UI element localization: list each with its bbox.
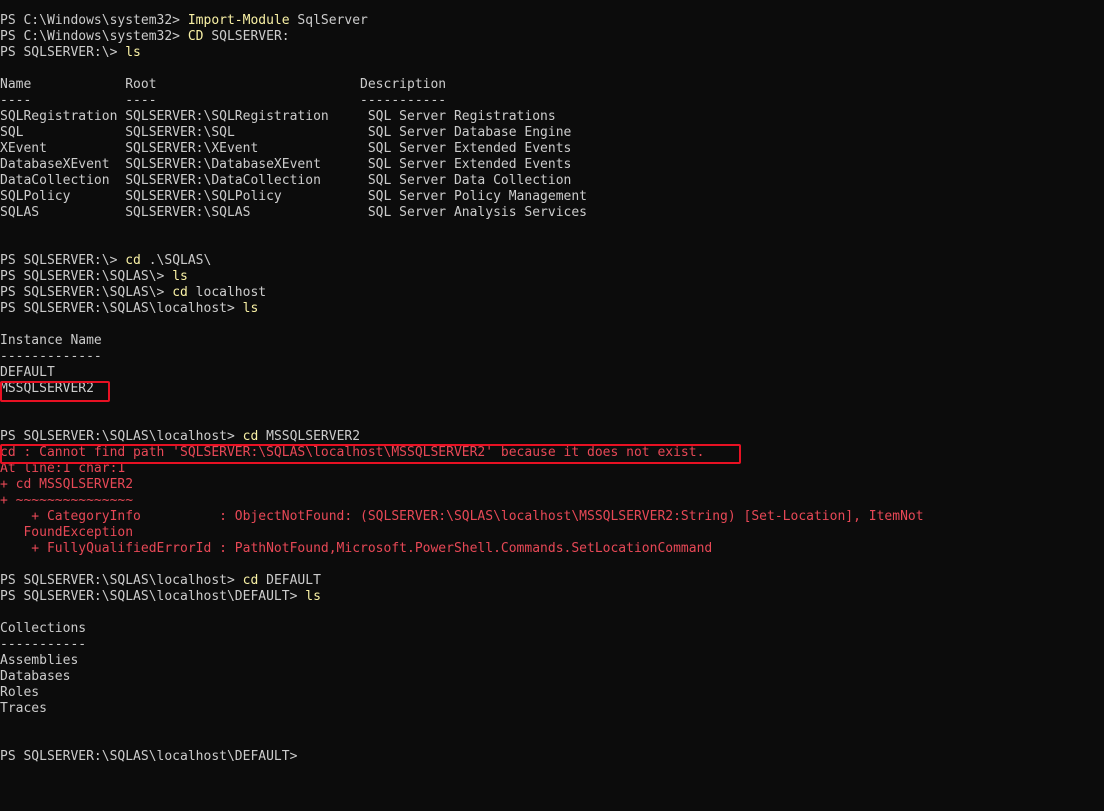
powershell-console[interactable]: PS C:\Windows\system32> Import-Module Sq…	[0, 0, 1104, 811]
prompt-line: PS SQLSERVER:\> cd .\SQLAS\	[0, 253, 212, 268]
output-line: Databases	[0, 669, 71, 684]
prompt-line: PS SQLSERVER:\SQLAS\> ls	[0, 269, 188, 284]
prompt-line: PS SQLSERVER:\SQLAS\localhost> cd MSSQLS…	[0, 429, 361, 444]
output-line: Roles	[0, 685, 40, 700]
output-line: SQLRegistration SQLSERVER:\SQLRegistrati…	[0, 109, 556, 124]
output-line: DEFAULT	[0, 365, 55, 380]
output-line: SQLPolicy SQLSERVER:\SQLPolicy SQL Serve…	[0, 189, 587, 204]
prompt-line: PS SQLSERVER:\SQLAS\localhost> ls	[0, 301, 259, 316]
output-line: ---- ---- -----------	[0, 93, 447, 108]
output-line: SQL SQLSERVER:\SQL SQL Server Database E…	[0, 125, 572, 140]
output-line: Assemblies	[0, 653, 79, 668]
error-line: + cd MSSQLSERVER2	[0, 477, 134, 492]
output-line: DataCollection SQLSERVER:\DataCollection…	[0, 173, 572, 188]
error-line: + FullyQualifiedErrorId : PathNotFound,M…	[0, 541, 713, 556]
output-line: Instance Name	[0, 333, 102, 348]
error-highlight-box	[0, 444, 741, 464]
output-line: Name Root Description	[0, 77, 447, 92]
prompt-line: PS SQLSERVER:\> ls	[0, 45, 141, 60]
error-line: + CategoryInfo : ObjectNotFound: (SQLSER…	[0, 509, 924, 524]
prompt-line: PS SQLSERVER:\SQLAS\localhost\DEFAULT> l…	[0, 589, 321, 604]
error-line: FoundException	[0, 525, 134, 540]
prompt-line: PS C:\Windows\system32> CD SQLSERVER:	[0, 29, 290, 44]
output-line: Traces	[0, 701, 47, 716]
output-line: -----------	[0, 637, 87, 652]
prompt-line: PS SQLSERVER:\SQLAS\> cd localhost	[0, 285, 267, 300]
prompt-line: PS SQLSERVER:\SQLAS\localhost> cd DEFAUL…	[0, 573, 321, 588]
output-line: SQLAS SQLSERVER:\SQLAS SQL Server Analys…	[0, 205, 587, 220]
output-line: Collections	[0, 621, 87, 636]
error-line: + ~~~~~~~~~~~~~~~	[0, 493, 134, 508]
prompt-line: PS C:\Windows\system32> Import-Module Sq…	[0, 13, 368, 28]
output-line: -------------	[0, 349, 102, 364]
output-line: DatabaseXEvent SQLSERVER:\DatabaseXEvent…	[0, 157, 572, 172]
output-line: XEvent SQLSERVER:\XEvent SQL Server Exte…	[0, 141, 572, 156]
prompt-line: PS SQLSERVER:\SQLAS\localhost\DEFAULT>	[0, 749, 298, 764]
instance-highlight-box	[0, 381, 110, 402]
